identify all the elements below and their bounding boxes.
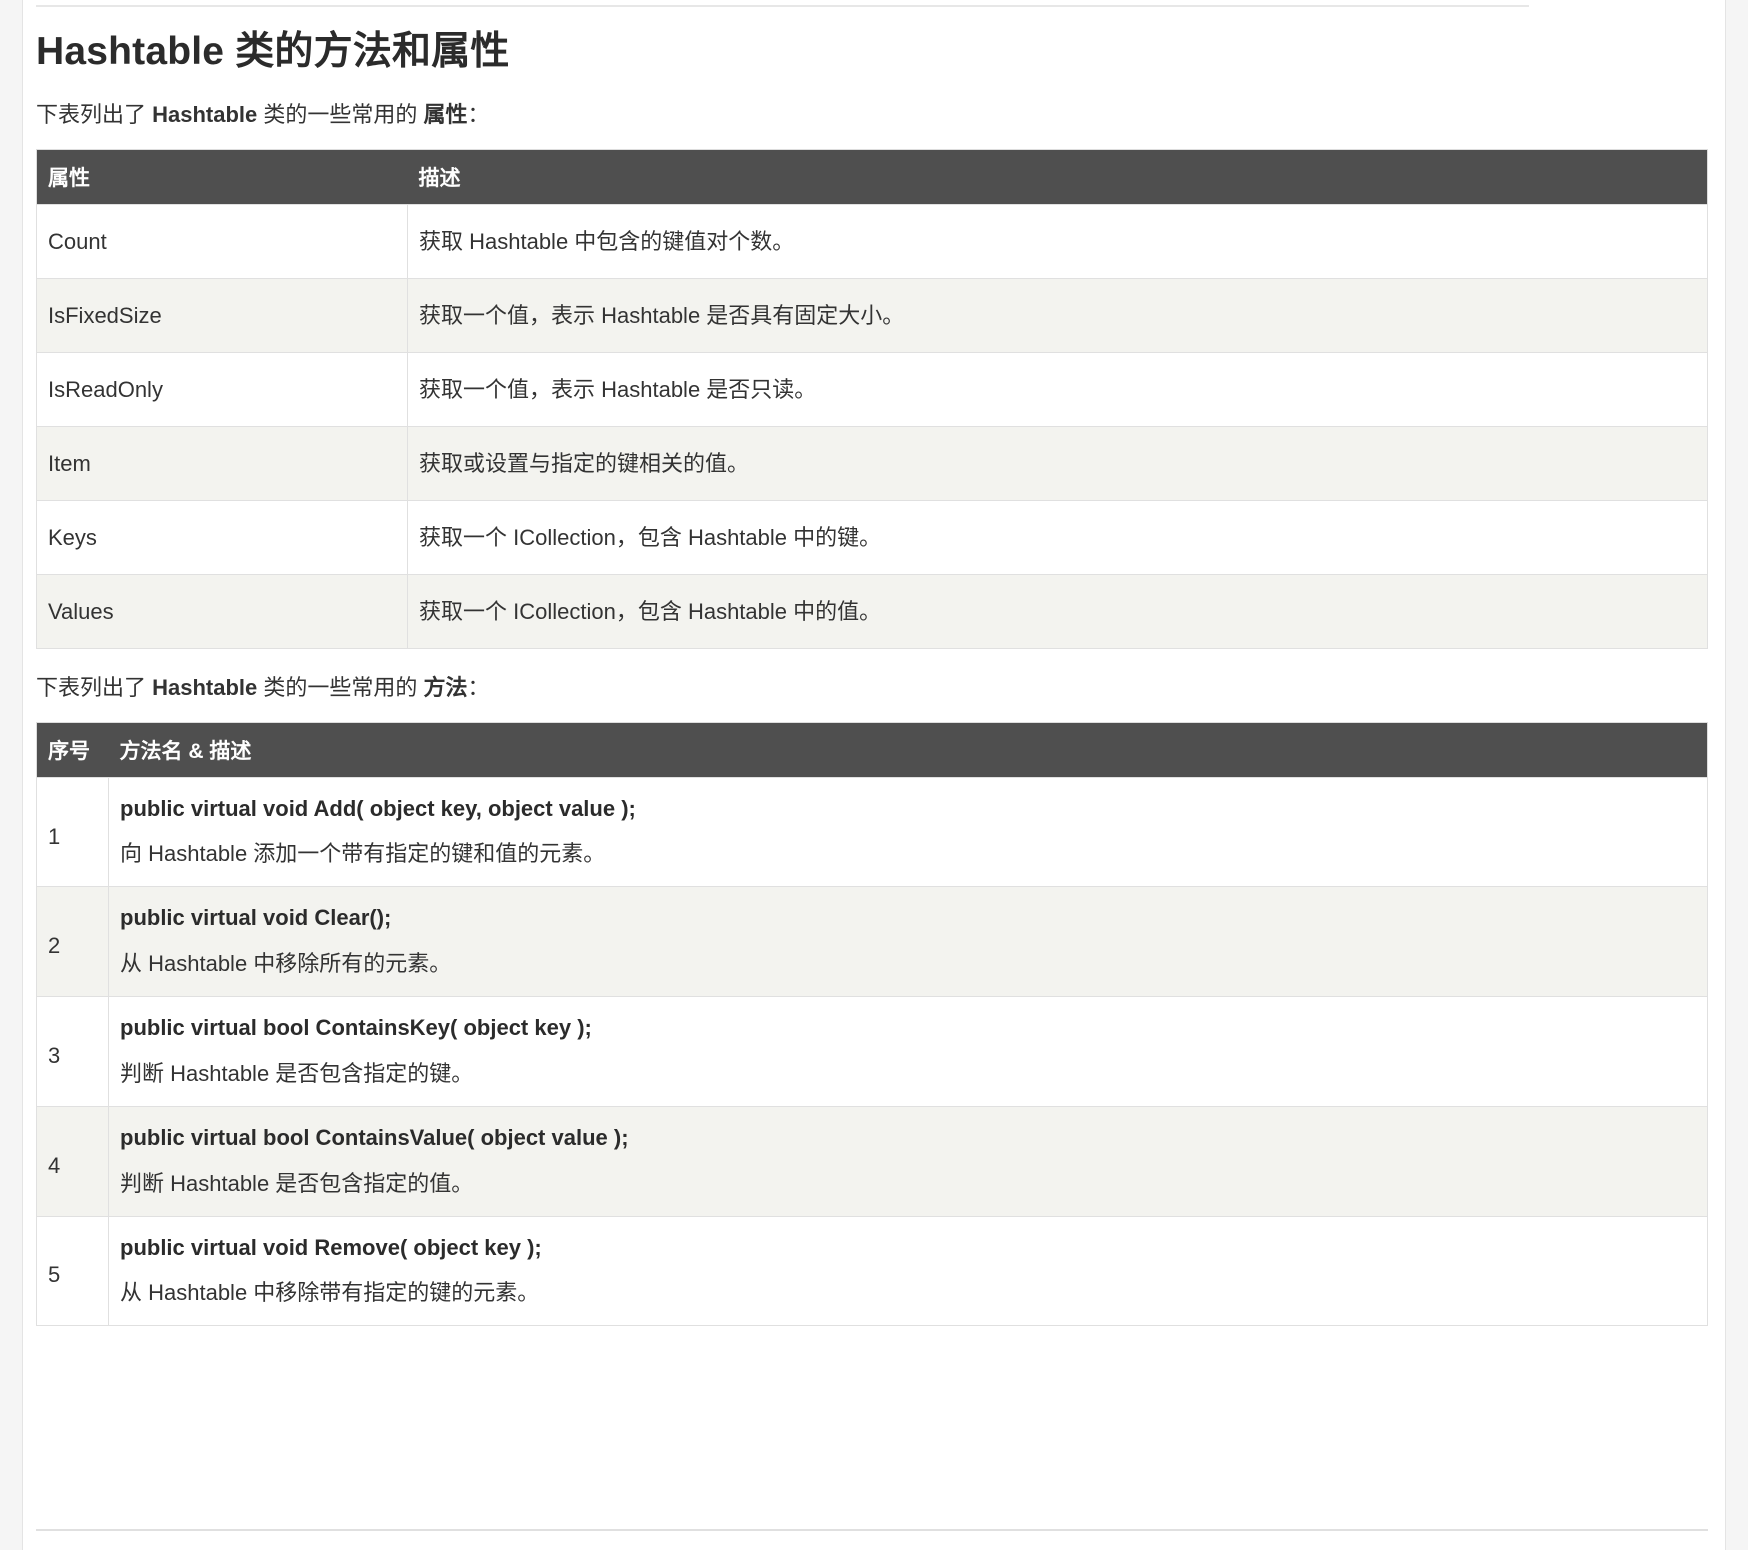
properties-intro-class-name: Hashtable — [152, 101, 258, 127]
properties-intro-keyword: 属性 — [423, 101, 468, 127]
property-description: 获取或设置与指定的键相关的值。 — [407, 425, 1708, 501]
property-name: Count — [36, 203, 408, 279]
page-left-gutter-divider — [22, 0, 23, 1550]
method-cell: public virtual bool ContainsKey( object … — [108, 996, 1708, 1107]
properties-table: 属性 描述 Count 获取 Hashtable 中包含的键值对个数。 IsFi… — [36, 148, 1708, 649]
property-description: 获取 Hashtable 中包含的键值对个数。 — [407, 203, 1708, 279]
method-index: 3 — [36, 996, 109, 1107]
property-name: IsReadOnly — [36, 351, 408, 427]
property-description: 获取一个值，表示 Hashtable 是否具有固定大小。 — [407, 277, 1708, 353]
method-description: 从 Hashtable 中移除带有指定的键的元素。 — [120, 1280, 540, 1306]
properties-intro-prefix: 下表列出了 — [36, 101, 153, 127]
table-row: Item 获取或设置与指定的键相关的值。 — [36, 425, 1708, 501]
methods-intro-paragraph: 下表列出了 Hashtable 类的一些常用的 方法： — [36, 671, 1708, 704]
methods-table-head: 序号 方法名 & 描述 — [36, 722, 1708, 778]
method-index: 5 — [36, 1215, 109, 1327]
method-description: 向 Hashtable 添加一个带有指定的键和值的元素。 — [120, 841, 606, 867]
method-cell: public virtual bool ContainsValue( objec… — [108, 1105, 1708, 1217]
page-title: Hashtable 类的方法和属性 — [36, 30, 510, 73]
method-index: 1 — [36, 776, 109, 888]
methods-intro-prefix: 下表列出了 — [36, 674, 153, 700]
property-name: Item — [36, 425, 408, 501]
property-description: 获取一个 ICollection，包含 Hashtable 中的键。 — [407, 499, 1708, 575]
table-row: Count 获取 Hashtable 中包含的键值对个数。 — [36, 203, 1708, 279]
methods-header-index: 序号 — [36, 722, 109, 778]
table-row: Keys 获取一个 ICollection，包含 Hashtable 中的键。 — [36, 499, 1708, 575]
method-description: 判断 Hashtable 是否包含指定的值。 — [120, 1170, 474, 1196]
method-signature: public virtual void Clear(); — [120, 905, 392, 931]
page-right-gutter-divider — [1725, 0, 1726, 1550]
method-cell: public virtual void Clear(); 从 Hashtable… — [108, 886, 1708, 998]
table-row: 3 public virtual bool ContainsKey( objec… — [36, 996, 1708, 1107]
properties-table-head: 属性 描述 — [36, 149, 1708, 205]
properties-table-header-row: 属性 描述 — [36, 149, 1708, 205]
methods-table-header-row: 序号 方法名 & 描述 — [36, 722, 1708, 778]
property-name: Values — [36, 573, 408, 649]
page-left-gutter — [0, 0, 22, 1550]
properties-header-description: 描述 — [407, 149, 1708, 205]
properties-intro-middle: 类的一些常用的 — [257, 101, 424, 127]
properties-header-name: 属性 — [36, 149, 408, 205]
methods-table-body: 1 public virtual void Add( object key, o… — [36, 776, 1708, 1327]
methods-intro-middle: 类的一些常用的 — [257, 674, 424, 700]
methods-intro-keyword: 方法 — [423, 674, 468, 700]
top-divider — [36, 5, 1529, 7]
table-row: 1 public virtual void Add( object key, o… — [36, 776, 1708, 888]
property-name: IsFixedSize — [36, 277, 408, 353]
bottom-divider — [36, 1529, 1708, 1531]
method-index: 4 — [36, 1105, 109, 1217]
properties-table-body: Count 获取 Hashtable 中包含的键值对个数。 IsFixedSiz… — [36, 203, 1708, 649]
methods-header-name-description: 方法名 & 描述 — [108, 722, 1708, 778]
properties-intro-paragraph: 下表列出了 Hashtable 类的一些常用的 属性： — [36, 98, 1708, 131]
method-signature: public virtual void Add( object key, obj… — [120, 795, 636, 821]
table-row: Values 获取一个 ICollection，包含 Hashtable 中的值… — [36, 573, 1708, 649]
properties-intro-suffix: ： — [467, 101, 490, 127]
method-description: 判断 Hashtable 是否包含指定的键。 — [120, 1060, 474, 1086]
page-right-gutter — [1726, 0, 1748, 1550]
method-signature: public virtual void Remove( object key )… — [120, 1234, 542, 1260]
method-signature: public virtual bool ContainsValue( objec… — [120, 1124, 629, 1150]
table-row: IsReadOnly 获取一个值，表示 Hashtable 是否只读。 — [36, 351, 1708, 427]
property-description: 获取一个值，表示 Hashtable 是否只读。 — [407, 351, 1708, 427]
table-row: 2 public virtual void Clear(); 从 Hashtab… — [36, 886, 1708, 998]
article-content: Hashtable 类的方法和属性 下表列出了 Hashtable 类的一些常用… — [36, 0, 1708, 1327]
method-signature: public virtual bool ContainsKey( object … — [120, 1015, 592, 1041]
methods-table: 序号 方法名 & 描述 1 public virtual void Add( o… — [36, 721, 1708, 1327]
method-description: 从 Hashtable 中移除所有的元素。 — [120, 951, 452, 977]
methods-intro-class-name: Hashtable — [152, 674, 258, 700]
methods-intro-suffix: ： — [467, 674, 490, 700]
method-index: 2 — [36, 886, 109, 998]
method-cell: public virtual void Add( object key, obj… — [108, 776, 1708, 888]
property-description: 获取一个 ICollection，包含 Hashtable 中的值。 — [407, 573, 1708, 649]
table-row: 5 public virtual void Remove( object key… — [36, 1215, 1708, 1327]
method-cell: public virtual void Remove( object key )… — [108, 1215, 1708, 1327]
property-name: Keys — [36, 499, 408, 575]
table-row: IsFixedSize 获取一个值，表示 Hashtable 是否具有固定大小。 — [36, 277, 1708, 353]
table-row: 4 public virtual bool ContainsValue( obj… — [36, 1105, 1708, 1217]
